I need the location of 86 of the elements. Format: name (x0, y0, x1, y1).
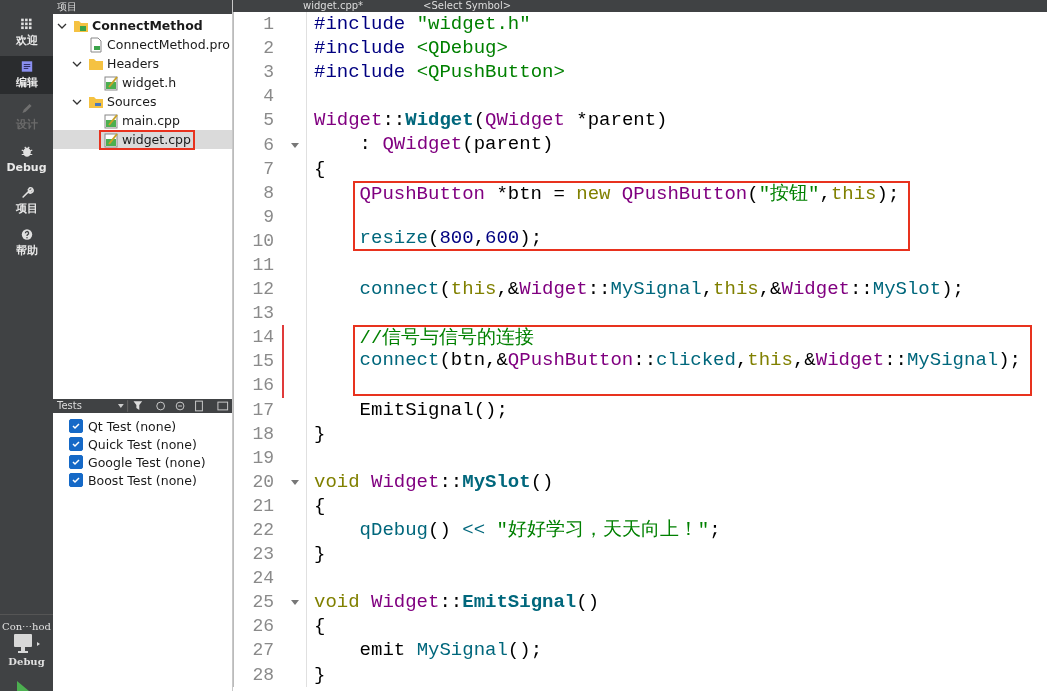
code-line: } (314, 543, 326, 566)
line-number: 14 (252, 327, 274, 348)
code-line: resize(800,600); (359, 226, 543, 249)
code-line: emit MySignal(); (358, 639, 543, 662)
line-number: 2 (263, 38, 274, 59)
symbol-dropdown[interactable]: <Select Symbol> (423, 0, 512, 12)
line-number: 26 (252, 616, 274, 637)
code-line: QPushButton *btn = new QPushButton("按钮",this); (359, 182, 900, 205)
test-item[interactable]: Boost Test (none) (69, 471, 232, 489)
line-number: 20 (252, 471, 274, 492)
line-number: 8 (263, 182, 274, 203)
line-number: 5 (263, 110, 274, 131)
line-number: 19 (252, 447, 274, 468)
checkbox[interactable] (69, 437, 83, 451)
code-line: { (314, 615, 326, 638)
test-item[interactable]: Quick Test (none) (69, 435, 232, 453)
mode-button[interactable]: 编辑 (0, 56, 53, 94)
code-line: } (314, 422, 326, 445)
test-item[interactable]: Qt Test (none) (69, 417, 232, 435)
line-number: 22 (252, 520, 274, 540)
code-line: //信号与信号的连接 (359, 327, 535, 350)
file-icon (103, 74, 119, 91)
line-number: 16 (252, 375, 274, 396)
line-number: 11 (252, 255, 274, 275)
line-number: 7 (263, 158, 274, 179)
line-number: 27 (252, 640, 274, 661)
tree-label: widget.h (122, 75, 177, 90)
tree-label: ConnectMethod (92, 18, 203, 33)
code-line: #include "widget.h" (314, 13, 531, 35)
code-line: { (314, 157, 326, 180)
file-icon (103, 112, 119, 129)
line-number: 28 (252, 664, 274, 685)
run-icon[interactable] (14, 681, 30, 691)
file-icon (103, 131, 119, 148)
line-number: 9 (263, 206, 274, 227)
tree-row[interactable]: Headers (53, 54, 232, 73)
line-number: 6 (263, 134, 274, 155)
line-number: 18 (252, 423, 274, 444)
panel-title[interactable]: 项目 (57, 0, 77, 14)
file-icon (88, 36, 104, 53)
code-line: } (314, 663, 326, 686)
line-number: 4 (263, 86, 274, 107)
line-number: 15 (252, 351, 274, 372)
tree-row[interactable]: ConnectMethod (53, 16, 232, 35)
test-item[interactable]: Google Test (none) (69, 453, 232, 471)
line-number: 24 (252, 568, 274, 589)
code-line: connect(this,&Widget::MySignal,this,&Widget::MySlot); (358, 278, 964, 301)
file-tab[interactable]: widget.cpp* (303, 0, 364, 12)
code-line: #include <QDebug> (314, 37, 508, 60)
tree-row[interactable]: Sources (53, 92, 232, 111)
mode-button[interactable]: Debug (0, 140, 53, 178)
code-line: { (314, 494, 326, 517)
tree-row[interactable]: main.cpp (53, 111, 232, 130)
tree-row[interactable]: ConnectMethod.pro (53, 35, 232, 54)
tree-row[interactable]: widget.cpp (53, 130, 232, 149)
checkbox[interactable] (69, 455, 83, 469)
line-number: 17 (252, 399, 274, 420)
code-line: qDebug() << "好好学习，天天向上！"; (358, 518, 721, 541)
tree-label: widget.cpp (122, 132, 191, 147)
line-number: 10 (252, 230, 274, 251)
line-number: 12 (252, 279, 274, 300)
code-line: void Widget::EmitSignal() (314, 591, 600, 614)
tree-label: ConnectMethod.pro (107, 37, 230, 52)
code-line: connect(btn,&QPushButton::clicked,this,&Widget::MySignal); (359, 349, 1021, 372)
code-line: Widget::Widget(QWidget *parent) (314, 109, 668, 132)
tree-label: Sources (107, 94, 157, 109)
code-line: #include <QPushButton> (314, 61, 565, 84)
line-number: 21 (252, 495, 274, 516)
panel-title[interactable]: Tests (57, 399, 106, 413)
tree-label: Headers (107, 56, 160, 71)
line-number: 1 (263, 14, 274, 35)
monitor-icon (11, 632, 42, 656)
checkbox[interactable] (69, 419, 83, 433)
tree-label: main.cpp (122, 113, 180, 128)
mode-button[interactable]: 欢迎 (0, 14, 53, 52)
tree-row[interactable]: widget.h (53, 73, 232, 92)
code-line: EmitSignal(); (358, 398, 508, 421)
checkbox[interactable] (69, 473, 83, 487)
line-number: 25 (252, 592, 274, 613)
code-line: void Widget::MySlot() (314, 470, 554, 493)
mode-button[interactable]: 项目 (0, 182, 53, 220)
mode-button[interactable]: 帮助 (0, 224, 53, 262)
code-line: : QWidget(parent) (358, 133, 554, 156)
line-number: 23 (252, 544, 274, 565)
line-number: 13 (252, 303, 274, 324)
line-number: 3 (263, 62, 274, 83)
